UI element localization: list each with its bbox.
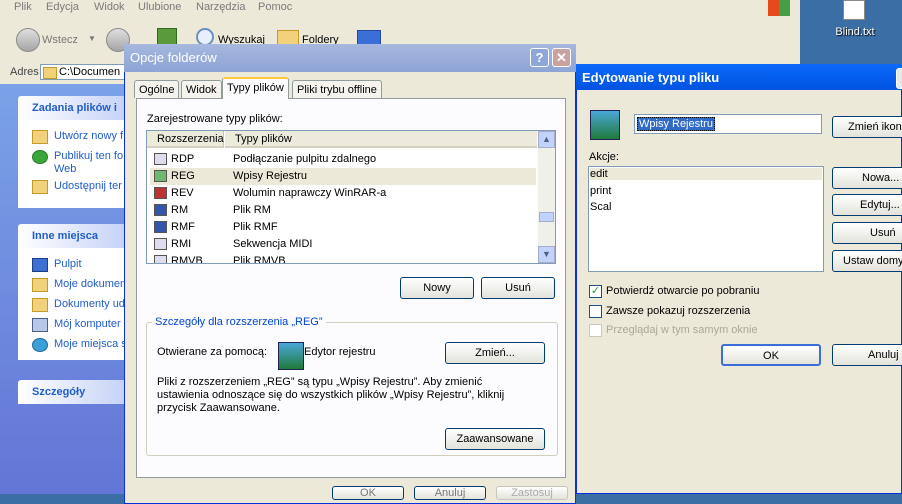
places-panel-title[interactable]: Inne miejsca xyxy=(18,224,126,248)
list-item[interactable]: Scal xyxy=(590,201,611,213)
change-program-button[interactable]: Zmień... xyxy=(445,342,545,364)
task-publish-web[interactable]: Web xyxy=(54,163,76,175)
my-computer-icon xyxy=(32,318,48,332)
place-shared-documents[interactable]: Dokumenty ud xyxy=(54,298,125,310)
desktop-icon-label[interactable]: Blind.txt xyxy=(820,26,890,38)
column-file-types[interactable]: Typy plików xyxy=(225,131,537,148)
help-button[interactable]: ? xyxy=(530,48,549,67)
cancel-button[interactable]: Anuluj xyxy=(414,486,486,500)
desktop-icon xyxy=(32,258,48,272)
details-group-title: Szczegóły dla rozszerzenia „REG” xyxy=(152,316,326,328)
tab-file-types[interactable]: Typy plików xyxy=(222,77,289,99)
registry-editor-icon xyxy=(278,342,304,370)
back-button-label[interactable]: Wstecz xyxy=(42,34,78,46)
address-label: Adres xyxy=(10,66,39,78)
association-description: Pliki z rozszerzeniem „REG” są typu „Wpi… xyxy=(157,376,505,414)
actions-list[interactable] xyxy=(588,166,824,272)
list-item[interactable]: RM Plik RM xyxy=(150,202,536,219)
shared-documents-icon xyxy=(32,298,48,312)
file-type-icon xyxy=(590,110,620,140)
place-desktop[interactable]: Pulpit xyxy=(54,258,82,270)
task-publish[interactable]: Publikuj ten fo xyxy=(54,150,123,162)
network-places-icon xyxy=(32,338,48,352)
list-item[interactable]: print xyxy=(590,185,611,197)
show-extension-label[interactable]: Zawsze pokazuj rozszerzenia xyxy=(606,305,750,317)
rdp-file-icon xyxy=(154,153,167,165)
delete-action-button[interactable]: Usuń xyxy=(832,222,902,244)
advanced-button[interactable]: Zaawansowane xyxy=(445,428,545,450)
tasks-panel-title[interactable]: Zadania plików i xyxy=(18,96,126,120)
opens-with-value: Edytor rejestru xyxy=(304,346,376,358)
rev-file-icon xyxy=(154,187,167,199)
tab-general[interactable]: Ogólne xyxy=(134,80,180,98)
menu-bar: Plik Edycja Widok Ulubione Narzędzia Pom… xyxy=(0,0,800,16)
rmi-file-icon xyxy=(154,238,167,250)
edit-cancel-button[interactable]: Anuluj xyxy=(832,344,902,366)
rmf-file-icon xyxy=(154,221,167,233)
share-folder-icon xyxy=(32,180,48,194)
list-item[interactable]: RMF Plik RMF xyxy=(150,219,536,236)
confirm-open-label[interactable]: Potwierdź otwarcie po pobraniu xyxy=(606,285,759,297)
new-type-button[interactable]: Nowy xyxy=(400,277,474,299)
edit-file-type-title: Edytowanie typu pliku xyxy=(582,70,720,85)
back-dropdown-icon[interactable]: ▼ xyxy=(88,34,96,43)
menu-edit[interactable]: Edycja xyxy=(46,1,79,13)
column-extensions[interactable]: Rozszerzenia xyxy=(147,131,224,148)
menu-view[interactable]: Widok xyxy=(94,1,125,13)
tab-view[interactable]: Widok xyxy=(181,80,222,98)
reg-file-icon xyxy=(154,170,167,182)
registered-types-label: Zarejestrowane typy plików: xyxy=(147,113,283,125)
scroll-down-icon[interactable]: ▼ xyxy=(538,246,555,263)
scroll-thumb[interactable] xyxy=(539,212,554,222)
new-folder-icon xyxy=(32,130,48,144)
browse-same-window-label[interactable]: Przeglądaj w tym samym oknie xyxy=(606,324,758,336)
browse-same-window-checkbox[interactable] xyxy=(589,324,602,337)
text-file-icon[interactable] xyxy=(843,0,865,20)
list-scrollbar[interactable] xyxy=(538,131,555,263)
my-documents-icon xyxy=(32,278,48,292)
folder-options-title: Opcje folderów xyxy=(130,50,217,65)
list-item[interactable]: REG Wpisy Rejestru xyxy=(150,168,536,185)
place-network[interactable]: Moje miejsca s xyxy=(54,338,127,350)
actions-label: Akcje: xyxy=(589,151,619,163)
list-item[interactable]: edit xyxy=(590,168,822,180)
menu-file[interactable]: Plik xyxy=(14,1,32,13)
menu-tools[interactable]: Narzędzia xyxy=(196,1,246,13)
change-icon-button[interactable]: Zmień ikonę xyxy=(832,116,902,138)
edit-ok-button[interactable]: OK xyxy=(721,344,821,366)
list-item[interactable]: RDP Podłączanie pulpitu zdalnego xyxy=(150,151,536,168)
close-button[interactable]: ✕ xyxy=(552,48,571,67)
list-item[interactable]: RMVB Plik RMVB xyxy=(150,253,536,263)
windows-flag-icon xyxy=(768,0,790,16)
rm-file-icon xyxy=(154,204,167,216)
folder-icon xyxy=(43,67,57,79)
type-name-value: Wpisy Rejestru xyxy=(637,117,715,131)
place-my-documents[interactable]: Moje dokumen xyxy=(54,278,126,290)
list-item[interactable]: RMI Sekwencja MIDI xyxy=(150,236,536,253)
apply-button[interactable]: Zastosuj xyxy=(496,486,568,500)
edit-action-button[interactable]: Edytuj... xyxy=(832,194,902,216)
task-share[interactable]: Udostępnij ter xyxy=(54,180,122,192)
list-item[interactable]: REV Wolumin naprawczy WinRAR-a xyxy=(150,185,536,202)
publish-web-icon xyxy=(32,150,48,164)
confirm-open-checkbox[interactable]: ✓ xyxy=(589,285,602,298)
tab-offline-files[interactable]: Pliki trybu offline xyxy=(292,80,382,98)
rmvb-file-icon xyxy=(154,255,167,263)
show-extension-checkbox[interactable] xyxy=(589,305,602,318)
menu-help[interactable]: Pomoc xyxy=(258,1,292,13)
place-my-computer[interactable]: Mój komputer xyxy=(54,318,121,330)
back-arrow-icon[interactable] xyxy=(16,28,40,52)
task-new-folder[interactable]: Utwórz nowy f xyxy=(54,130,123,142)
opens-with-label: Otwierane za pomocą: xyxy=(157,346,268,358)
edit-close-icon[interactable] xyxy=(896,68,902,89)
delete-type-button[interactable]: Usuń xyxy=(481,277,555,299)
set-default-button[interactable]: Ustaw domyślną xyxy=(832,250,902,272)
menu-favorites[interactable]: Ulubione xyxy=(138,1,181,13)
ok-button[interactable]: OK xyxy=(332,486,404,500)
scroll-up-icon[interactable]: ▲ xyxy=(538,131,555,148)
new-action-button[interactable]: Nowa... xyxy=(832,167,902,189)
details-panel-title[interactable]: Szczegóły xyxy=(18,380,126,404)
